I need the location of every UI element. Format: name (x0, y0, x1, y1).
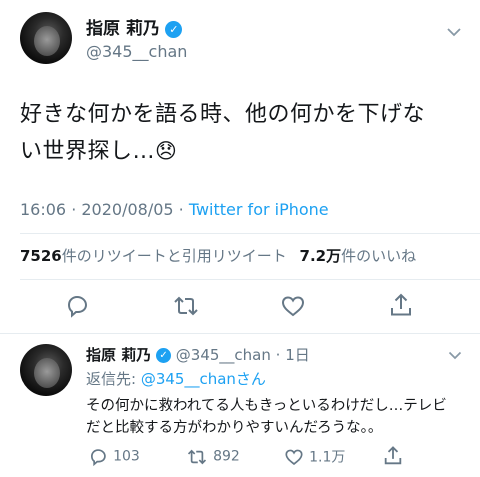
reply-icon (90, 448, 106, 466)
reply-like-count: 1.1万 (309, 449, 346, 466)
reply-icon (67, 295, 88, 318)
tweet-text: 好きな何かを語る時、他の何かを下げな い世界探し…😞 (20, 97, 470, 170)
share-icon (384, 446, 402, 465)
tweet-text-line-2-text: い世界探し… (20, 139, 156, 164)
verified-badge-icon: ✓ (156, 348, 172, 363)
reply-count: 103 (113, 448, 140, 465)
tweet-stats: 7526件のリツイートと引用リツイート 7.2万件のいいね (20, 246, 416, 266)
reply-text-line-2: だと比較する方がわかりやすいんだろうな。。 (86, 420, 383, 436)
retweet-count: 7526 (20, 247, 62, 265)
retweet-stat[interactable]: 7526件のリツイートと引用リツイート (20, 247, 292, 265)
tweet-text-line-2: い世界探し…😞 (20, 133, 470, 170)
disappointed-emoji: 😞 (155, 139, 178, 163)
like-button[interactable] (280, 293, 306, 319)
reply-retweet-count: 892 (213, 448, 240, 465)
share-button[interactable] (388, 292, 414, 319)
reply-button[interactable] (64, 293, 90, 319)
tweet-timestamp-row: 16:06 · 2020/08/05 · Twitter for iPhone (20, 200, 329, 220)
divider (0, 333, 480, 334)
avatar[interactable] (20, 12, 72, 64)
retweet-label: 件のリツイートと引用リツイート (61, 247, 287, 265)
like-icon (285, 449, 303, 465)
divider (20, 279, 480, 280)
retweet-icon (187, 449, 207, 464)
reply-reply-button[interactable]: 103 (88, 446, 140, 468)
verified-badge-icon: ✓ (165, 20, 183, 38)
reply-text-line-1: その何かに救われてる人もきっといるわけだし…テレビ (86, 398, 447, 414)
reply-author-name[interactable]: 指原 莉乃 (86, 346, 151, 364)
reply-text: その何かに救われてる人もきっといるわけだし…テレビ だと比較する方がわかりやすい… (86, 395, 476, 439)
like-count: 7.2万 (299, 247, 342, 265)
divider (20, 233, 480, 234)
share-icon (391, 293, 411, 316)
like-icon (281, 296, 305, 317)
reply-more-options-button[interactable] (446, 346, 464, 364)
author-name-row[interactable]: 指原 莉乃 ✓ (86, 18, 183, 40)
like-stat[interactable]: 7.2万件のいいね (300, 247, 417, 265)
retweet-icon (174, 296, 198, 316)
reply-author-handle[interactable]: @345__chan (176, 346, 271, 364)
tweet-timestamp[interactable]: 16:06 · 2020/08/05 · (20, 200, 189, 219)
reply-retweet-button[interactable]: 892 (186, 446, 240, 468)
reply-avatar[interactable] (20, 344, 72, 396)
like-label: 件のいいね (341, 247, 417, 265)
chevron-down-icon (448, 351, 462, 360)
replying-to-prefix: 返信先: (86, 370, 141, 388)
replying-to-link[interactable]: @345__chanさん (141, 370, 266, 388)
tweet-source[interactable]: Twitter for iPhone (189, 200, 329, 219)
author-handle[interactable]: @345__chan (86, 42, 187, 62)
more-options-button[interactable] (444, 22, 464, 42)
tweet-text-line-1: 好きな何かを語る時、他の何かを下げな (20, 102, 426, 127)
reply-header: 指原 莉乃 ✓ @345__chan · 1日 (86, 345, 310, 365)
reply-like-button[interactable]: 1.1万 (284, 446, 345, 468)
reply-share-button[interactable] (382, 445, 404, 467)
reply-age[interactable]: · 1日 (276, 346, 310, 364)
chevron-down-icon (447, 28, 461, 37)
retweet-button[interactable] (172, 293, 200, 319)
author-name[interactable]: 指原 莉乃 (86, 19, 160, 39)
replying-to: 返信先: @345__chanさん (86, 369, 266, 389)
